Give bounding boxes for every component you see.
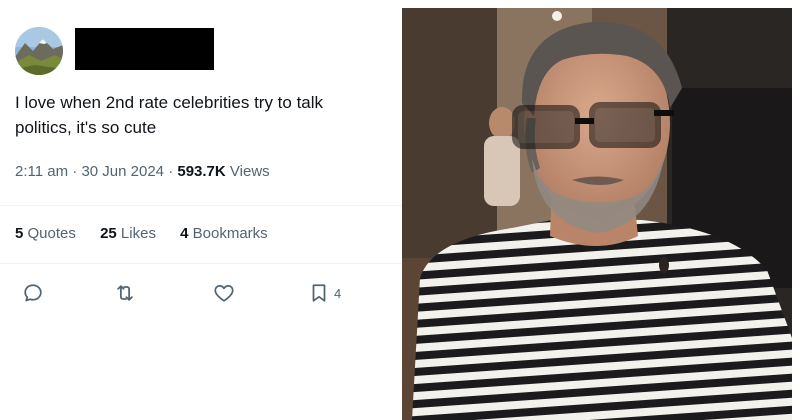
bookmark-button[interactable]: 4 bbox=[308, 278, 341, 308]
likes-label: Likes bbox=[120, 225, 156, 242]
tweet-date[interactable]: 30 Jun 2024 bbox=[81, 163, 164, 180]
quotes-count: 5 bbox=[15, 225, 24, 242]
bookmark-icon bbox=[312, 284, 326, 302]
like-icon bbox=[214, 284, 234, 302]
quotes-stat[interactable]: 5 Quotes bbox=[15, 225, 76, 242]
reply-icon bbox=[24, 284, 42, 302]
reply-button[interactable] bbox=[22, 278, 44, 308]
retweet-icon bbox=[117, 285, 133, 301]
like-button[interactable] bbox=[212, 278, 236, 308]
action-bar: 4 bbox=[0, 278, 402, 308]
tweet-meta: 2:11 am · 30 Jun 2024 · 593.7K Views bbox=[15, 163, 270, 180]
username-redaction bbox=[75, 28, 214, 70]
tweet-card: I love when 2nd rate celebrities try to … bbox=[0, 0, 402, 420]
likes-count: 25 bbox=[100, 225, 117, 242]
likes-stat[interactable]: 25 Likes bbox=[100, 225, 156, 242]
photo-man-striped-shirt bbox=[402, 8, 792, 420]
bookmarks-count: 4 bbox=[180, 225, 189, 242]
quotes-label: Quotes bbox=[27, 225, 76, 242]
meta-separator: · bbox=[72, 163, 78, 180]
photo-image bbox=[402, 8, 792, 420]
engagement-stats: 5 Quotes 25 Likes 4 Bookmarks bbox=[15, 225, 288, 242]
divider bbox=[0, 205, 402, 206]
views-count: 593.7K bbox=[177, 163, 226, 180]
retweet-button[interactable] bbox=[114, 278, 136, 308]
views-label: Views bbox=[229, 163, 270, 180]
avatar-landscape-image bbox=[15, 27, 63, 75]
bookmark-count: 4 bbox=[334, 285, 342, 301]
meta-separator: · bbox=[168, 163, 174, 180]
bookmarks-stat[interactable]: 4 Bookmarks bbox=[180, 225, 268, 242]
divider bbox=[0, 263, 402, 264]
tweet-time[interactable]: 2:11 am bbox=[15, 163, 68, 180]
bookmarks-label: Bookmarks bbox=[192, 225, 268, 242]
tweet-text: I love when 2nd rate celebrities try to … bbox=[15, 93, 324, 137]
avatar[interactable] bbox=[15, 27, 63, 75]
